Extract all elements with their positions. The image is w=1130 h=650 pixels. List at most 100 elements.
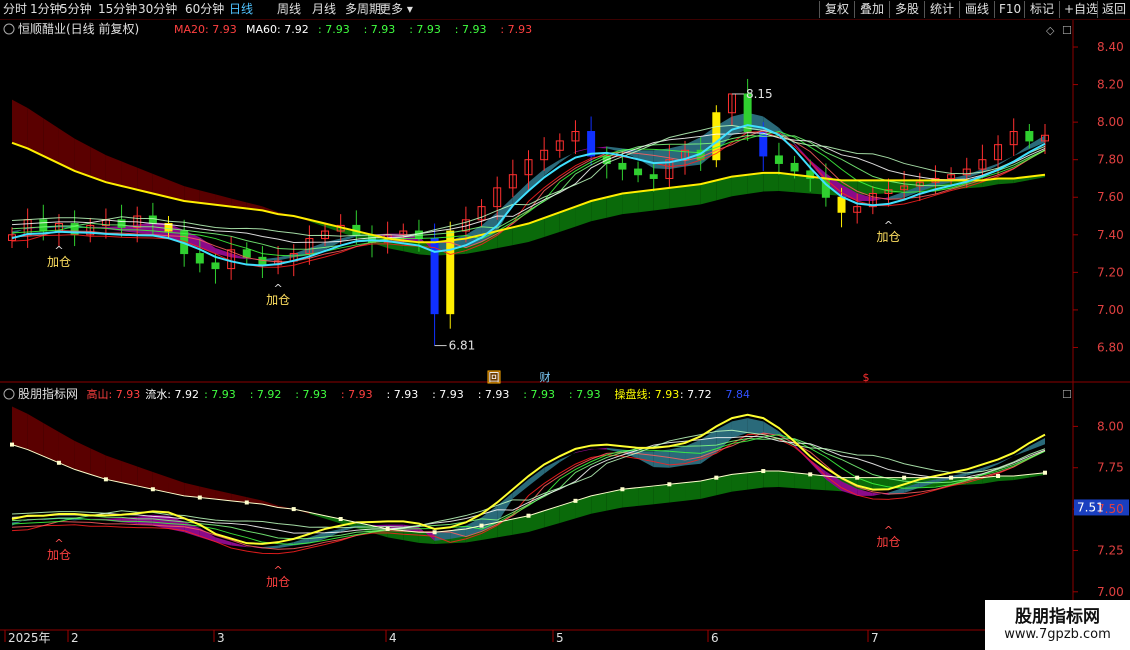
candle-body <box>39 219 48 232</box>
cloud-band <box>653 187 670 211</box>
cloud-band <box>105 155 122 186</box>
toolbar-button-0[interactable]: 复权 <box>819 1 854 18</box>
toolbar-tab-4[interactable]: 30分钟 <box>138 1 177 18</box>
candle-body <box>774 155 783 164</box>
high-label: 8.15 <box>746 87 773 101</box>
toolbar-tab-5[interactable]: 60分钟 <box>185 1 224 18</box>
xtick-label: 3 <box>217 631 225 645</box>
candle-body <box>1025 131 1034 142</box>
ytick-label-main: 7.00 <box>1097 303 1124 317</box>
sub-cloud-band <box>137 466 153 490</box>
sub-ma-fill <box>544 459 560 474</box>
sub-legend-item: : 7.93 <box>478 388 510 401</box>
toolbar-button-5[interactable]: F10 <box>994 1 1024 18</box>
ytick-label-main: 8.40 <box>1097 40 1124 54</box>
cloud-band <box>857 180 873 195</box>
signal-label-sub: 加仓 <box>47 548 71 562</box>
sub-cloud-band <box>544 505 560 528</box>
ytick-label-main: 7.40 <box>1097 228 1124 242</box>
toolbar-tab-6[interactable]: 日线 <box>229 1 253 18</box>
sub-ma-fill <box>559 452 576 463</box>
sub-ma60-dot <box>714 475 719 480</box>
ma-fill <box>137 222 153 235</box>
sub-legend-item: 流水: 7.92 <box>145 387 199 401</box>
sub-legend-item: 7.84 <box>726 388 751 401</box>
sub-cloud-band <box>763 471 779 488</box>
toolbar-tab-8[interactable]: 月线 <box>312 1 336 18</box>
event-marker: 回 <box>489 371 500 384</box>
sub-cloud-band <box>575 495 592 519</box>
xtick-label: 7 <box>871 631 879 645</box>
toolbar-button-8[interactable]: 返回 <box>1097 1 1130 18</box>
cloud-band <box>763 172 779 192</box>
sub-ma60-dot <box>338 517 343 522</box>
toolbar-button-3[interactable]: 统计 <box>924 1 959 18</box>
main-legend-item: MA60: 7.92 <box>246 23 309 36</box>
panel-max-icon: ☐ <box>1062 24 1072 37</box>
toolbar-tab-1[interactable]: 1分钟 <box>30 1 62 18</box>
event-marker: $ <box>863 371 870 384</box>
sub-cloud-band <box>184 482 200 498</box>
panel-option-icon: ◇ <box>1046 24 1055 37</box>
sub-cloud-band <box>121 461 138 486</box>
sub-cloud-band <box>669 482 686 503</box>
toolbar-button-2[interactable]: 多股 <box>889 1 924 18</box>
sub-cloud-band <box>794 472 811 490</box>
sub-cloud-band <box>74 440 91 475</box>
ma-fill <box>278 253 294 261</box>
cloud-band <box>685 184 701 207</box>
sub-ma60-dot <box>949 475 954 480</box>
sub-ma60-dot <box>432 530 437 535</box>
sub-legend-item: : 7.92 <box>250 388 282 401</box>
toolbar-button-1[interactable]: 叠加 <box>854 1 889 18</box>
sub-ma-fill <box>747 418 764 434</box>
main-legend-item: : 7.93 <box>500 23 532 36</box>
sub-ma-fill <box>575 448 592 453</box>
sub-cloud-band <box>559 500 576 524</box>
toolbar-tab-10[interactable]: 更多 ▾ <box>379 1 413 18</box>
sub-ma60-dot <box>244 500 249 505</box>
xtick-label: 6 <box>711 631 719 645</box>
main-title: 恒顺醋业(日线 前复权) <box>18 21 139 36</box>
toolbar-tab-2[interactable]: 5分钟 <box>60 1 92 18</box>
toolbar-tab-3[interactable]: 15分钟 <box>98 1 137 18</box>
toolbar-button-7[interactable]: +自选 <box>1059 1 1098 18</box>
toolbar-tab-9[interactable]: 多周期 <box>345 1 381 18</box>
signal-label-sub: 加仓 <box>266 575 290 589</box>
sub-cloud-band <box>262 500 279 508</box>
cursor-value: 7.51 <box>1077 500 1104 514</box>
candle-body <box>649 174 658 179</box>
toolbar-tab-0[interactable]: 分时 <box>3 1 27 18</box>
sub-ma60-dot <box>10 442 14 447</box>
toolbar-button-4[interactable]: 画线 <box>959 1 994 18</box>
sub-ma60-dot <box>385 526 390 531</box>
cloud-band <box>747 172 764 194</box>
event-marker: 财 <box>540 370 551 384</box>
sub-ma60-dot <box>291 507 296 512</box>
sub-ma60-dot <box>996 474 1001 479</box>
sub-legend-item: : 7.93 <box>523 388 555 401</box>
sub-ma60-dot <box>573 498 578 503</box>
cloud-band <box>121 161 138 190</box>
toolbar-button-6[interactable]: 标记 <box>1024 1 1059 18</box>
cloud-band <box>731 174 748 197</box>
toolbar-tab-7[interactable]: 周线 <box>277 1 301 18</box>
ma-fill <box>606 146 623 153</box>
xtick-label: 2025年 <box>8 631 51 645</box>
sub-ma60-dot <box>197 495 202 500</box>
ytick-label-main: 8.20 <box>1097 78 1124 92</box>
watermark-title: 股朋指标网 <box>1015 607 1100 627</box>
sub-legend-item: : 7.72 <box>680 388 712 401</box>
sub-legend-item: : 7.93 <box>295 388 327 401</box>
candle-body <box>195 253 204 264</box>
sub-ma-fill <box>278 542 294 549</box>
sub-cloud-band <box>105 455 122 483</box>
ytick-label-sub: 8.00 <box>1097 419 1124 433</box>
sub-ma60-dot <box>620 487 625 492</box>
sub-cloud-band <box>622 487 639 508</box>
ytick-label-sub: 7.25 <box>1097 543 1124 557</box>
sub-cloud-band <box>528 510 545 533</box>
sub-toggle-icon <box>3 388 15 400</box>
ytick-label-sub: 7.00 <box>1097 585 1124 599</box>
main-legend-item: : 7.93 <box>409 23 441 36</box>
